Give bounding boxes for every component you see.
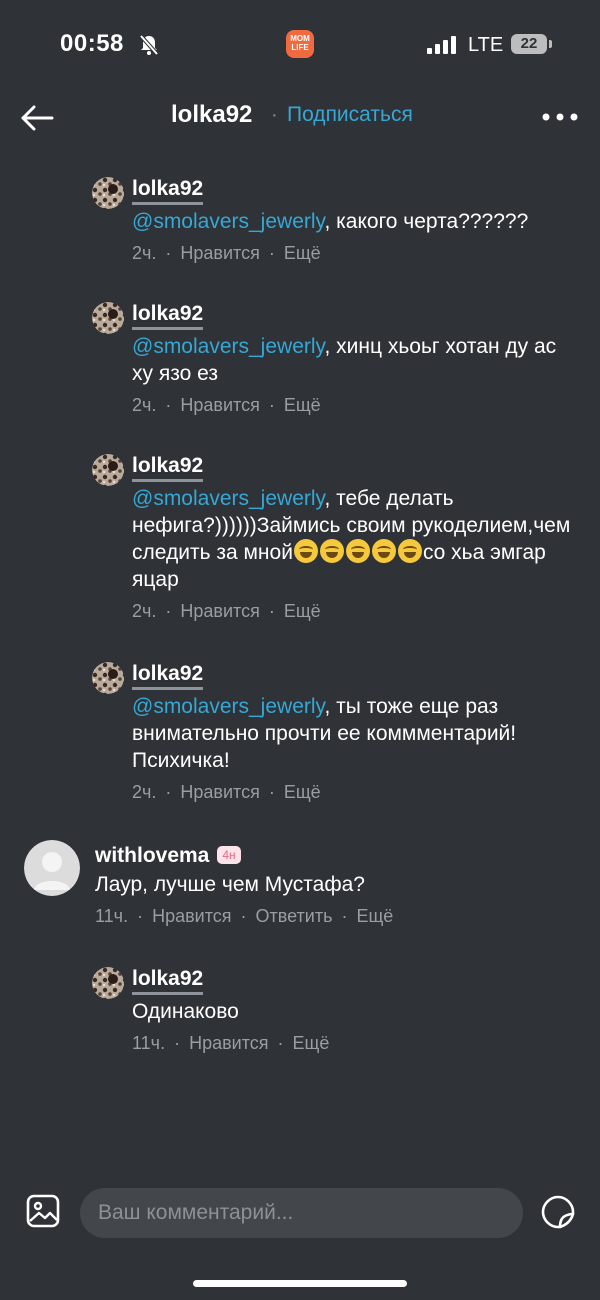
- back-arrow-icon[interactable]: [20, 104, 54, 132]
- header: lolka92 · Подписаться: [0, 95, 600, 141]
- app-logo-icon: MOM LIFE: [286, 30, 314, 58]
- more-button[interactable]: Ещё: [356, 906, 393, 926]
- comment-meta: 11ч. · Нравится · Ещё: [132, 1033, 330, 1053]
- comment-author[interactable]: lolka92: [132, 662, 204, 690]
- comment-meta: 2ч. · Нравится · Ещё: [132, 782, 321, 802]
- laughing-emoji-icon: [371, 539, 396, 564]
- battery-icon: 22: [511, 34, 547, 54]
- network-type: LTE: [468, 34, 504, 56]
- more-button[interactable]: Ещё: [293, 1033, 330, 1053]
- comment-author[interactable]: lolka92: [132, 177, 204, 205]
- header-username[interactable]: lolka92: [171, 101, 252, 129]
- mention-link[interactable]: @smolavers_jewerly: [132, 487, 324, 510]
- like-button[interactable]: Нравится: [180, 782, 259, 802]
- more-button[interactable]: Ещё: [284, 782, 321, 802]
- battery-tip: [549, 40, 552, 48]
- header-separator: ·: [271, 104, 278, 126]
- gallery-icon[interactable]: [26, 1194, 60, 1228]
- comment-meta: 2ч. · Нравится · Ещё: [132, 395, 321, 415]
- comment-meta: 11ч. · Нравится · Ответить · Ещё: [95, 906, 394, 926]
- silent-bell-icon: [139, 34, 159, 56]
- comment-text: @smolavers_jewerly, ты тоже еще раз вним…: [132, 695, 517, 772]
- comment-meta: 2ч. · Нравится · Ещё: [132, 243, 321, 263]
- comment-author-row: withlovema 4н: [95, 844, 535, 868]
- reply-button[interactable]: Ответить: [256, 906, 333, 926]
- comment-author[interactable]: lolka92: [132, 454, 204, 482]
- avatar[interactable]: [92, 967, 124, 999]
- comment-time: 2ч.: [132, 601, 157, 621]
- comment-time: 2ч.: [132, 243, 157, 263]
- comment-meta: 2ч. · Нравится · Ещё: [132, 601, 321, 621]
- avatar[interactable]: [24, 840, 80, 896]
- avatar[interactable]: [92, 662, 124, 694]
- more-button[interactable]: Ещё: [284, 601, 321, 621]
- comment-input[interactable]: [80, 1188, 523, 1238]
- laughing-emoji-icon: [319, 539, 344, 564]
- comment-text: Одинаково: [132, 1000, 239, 1023]
- home-indicator[interactable]: [193, 1280, 407, 1287]
- comment-author[interactable]: lolka92: [132, 302, 204, 330]
- comment-author[interactable]: withlovema: [95, 844, 209, 867]
- signal-icon: [427, 36, 456, 54]
- comment-text: @smolavers_jewerly, какого черта??????: [132, 210, 529, 233]
- like-button[interactable]: Нравится: [180, 601, 259, 621]
- more-button[interactable]: Ещё: [284, 243, 321, 263]
- comment-time: 2ч.: [132, 782, 157, 802]
- comment-time: 11ч.: [95, 906, 129, 926]
- comment-time: 2ч.: [132, 395, 157, 415]
- age-badge: 4н: [217, 845, 241, 864]
- status-bar: 00:58 MOM LIFE LTE 22: [0, 0, 600, 90]
- mention-link[interactable]: @smolavers_jewerly: [132, 210, 324, 233]
- more-dots-icon[interactable]: [540, 103, 580, 131]
- more-button[interactable]: Ещё: [284, 395, 321, 415]
- status-time: 00:58: [60, 30, 124, 57]
- laughing-emoji-icon: [345, 539, 370, 564]
- comment-text: @smolavers_jewerly, тебе делать нефига?)…: [132, 487, 571, 591]
- sticker-icon[interactable]: [540, 1194, 576, 1230]
- avatar[interactable]: [92, 177, 124, 209]
- avatar[interactable]: [92, 454, 124, 486]
- like-button[interactable]: Нравится: [180, 243, 259, 263]
- comment-time: 11ч.: [132, 1033, 166, 1053]
- like-button[interactable]: Нравится: [152, 906, 231, 926]
- comment-text: @smolavers_jewerly, хинц хьоьг хотан ду …: [132, 335, 557, 385]
- mention-link[interactable]: @smolavers_jewerly: [132, 335, 324, 358]
- like-button[interactable]: Нравится: [180, 395, 259, 415]
- laughing-emoji-icon: [293, 539, 318, 564]
- mention-link[interactable]: @smolavers_jewerly: [132, 695, 324, 718]
- comment-composer: [0, 1180, 600, 1250]
- like-button[interactable]: Нравится: [189, 1033, 268, 1053]
- comment-text: Лаур, лучше чем Мустафа?: [95, 873, 365, 896]
- follow-button[interactable]: Подписаться: [287, 103, 413, 127]
- avatar[interactable]: [92, 302, 124, 334]
- comment-author[interactable]: lolka92: [132, 967, 204, 995]
- laughing-emoji-icon: [397, 539, 422, 564]
